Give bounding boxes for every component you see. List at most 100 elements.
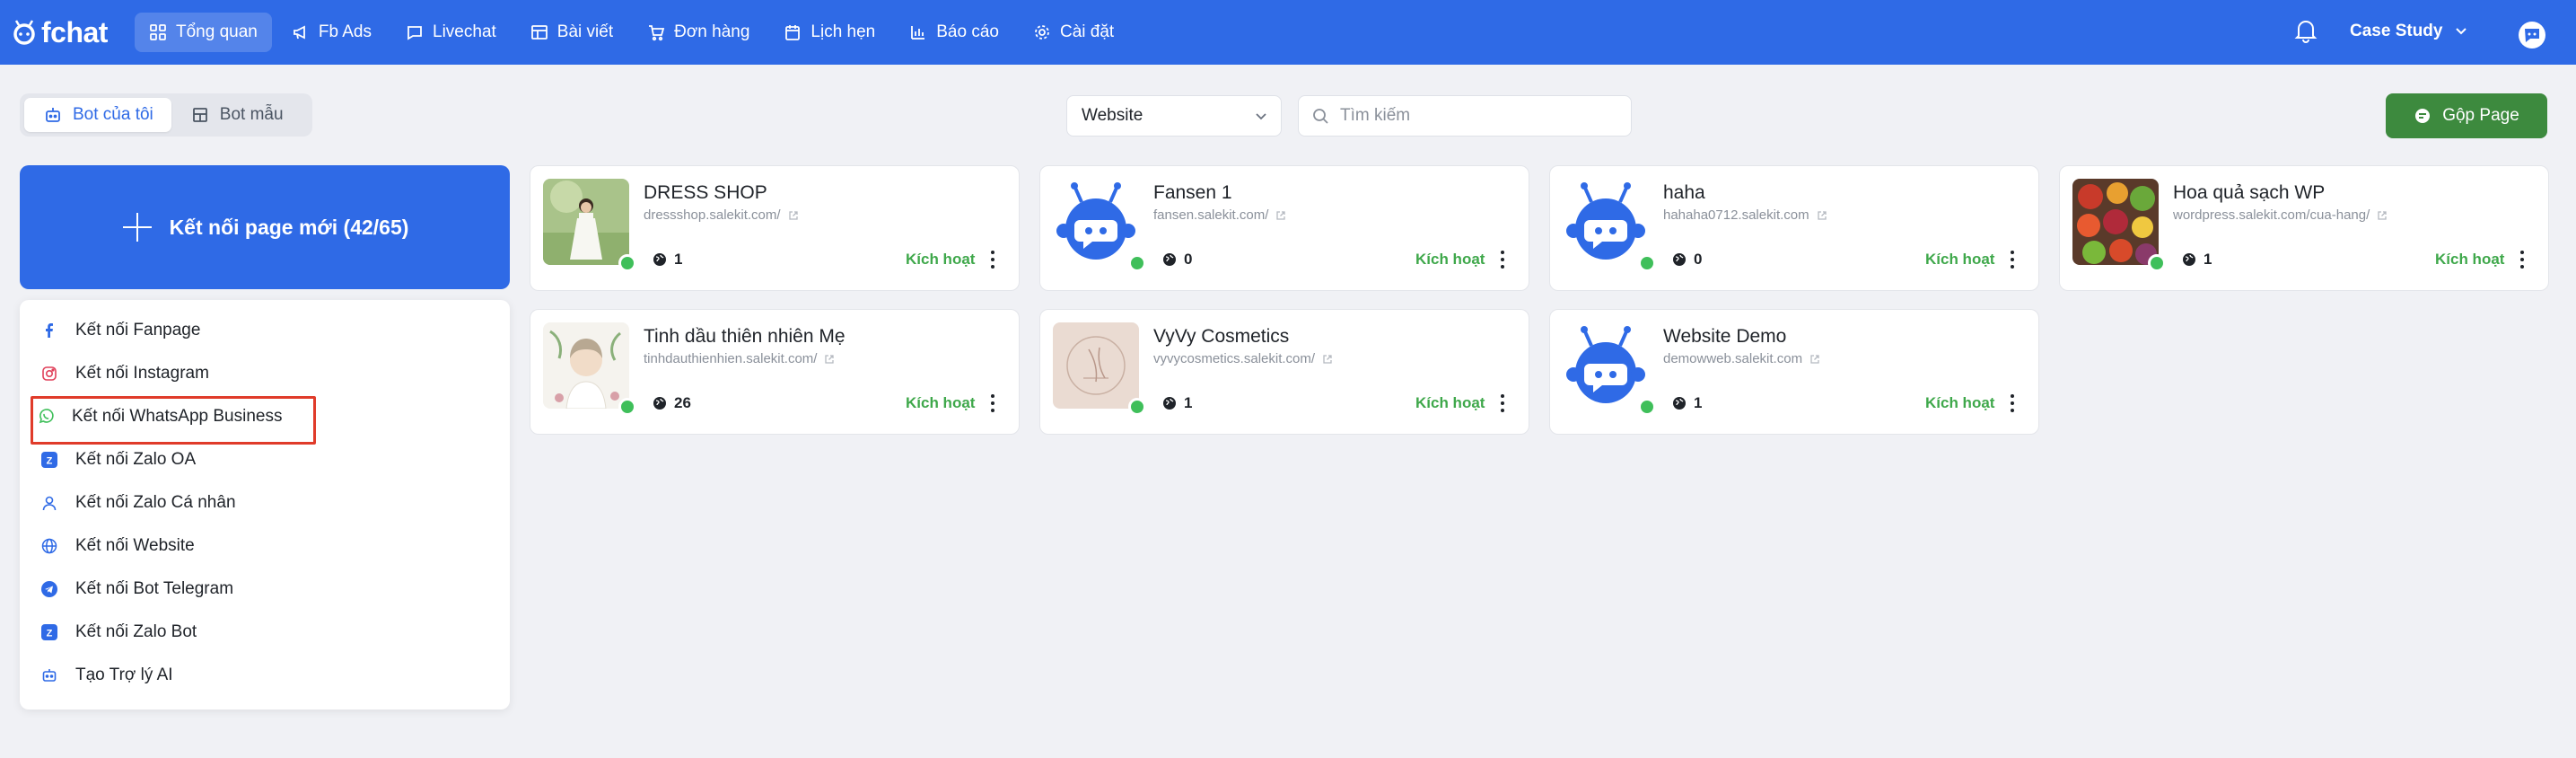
- page-url-link[interactable]: vyvycosmetics.salekit.com/: [1153, 351, 1333, 366]
- page-count-badge: 1: [2182, 251, 2212, 269]
- nav-item-bai-viet[interactable]: Bài viết: [516, 13, 627, 52]
- page-card-hoa-qua-sach-wp[interactable]: Hoa quả sạch WP wordpress.salekit.com/cu…: [2059, 165, 2549, 291]
- main-menu: Tổng quan Fb Ads Livechat Bài viết Đơn h…: [135, 13, 1134, 52]
- page-url-link[interactable]: demowweb.salekit.com: [1663, 351, 1820, 366]
- merge-page-button[interactable]: Gộp Page: [2386, 93, 2547, 138]
- more-options-icon[interactable]: [2006, 249, 2019, 270]
- robot-icon: [1563, 179, 1649, 265]
- globe-icon: [39, 536, 59, 556]
- nav-item-bao-cao[interactable]: Báo cáo: [895, 13, 1013, 52]
- menu-item-label: Kết nối Bot Telegram: [75, 579, 234, 598]
- channel-filter-select[interactable]: Website: [1066, 95, 1282, 137]
- globe-icon: [653, 253, 666, 266]
- page-name: Website Demo: [1663, 326, 1787, 347]
- page-status: Kích hoạt: [1415, 251, 1485, 268]
- globe-icon: [1673, 253, 1686, 266]
- count-value: 0: [1184, 251, 1193, 268]
- menu-item-website[interactable]: Kết nối Website: [20, 524, 510, 568]
- tab-label: Bot mẫu: [219, 105, 284, 124]
- menu-item-whatsapp-business[interactable]: Kết nối WhatsApp Business: [20, 395, 510, 445]
- more-options-icon[interactable]: [2516, 249, 2528, 270]
- menu-item-telegram[interactable]: Kết nối Bot Telegram: [20, 568, 510, 611]
- page-url-link[interactable]: tinhdauthienhien.salekit.com/: [644, 351, 835, 366]
- page-thumbnail: [1563, 179, 1649, 265]
- menu-item-label: Kết nối Fanpage: [75, 321, 201, 339]
- menu-item-label: Kết nối Website: [75, 536, 195, 555]
- avatar[interactable]: [2519, 22, 2545, 48]
- menu-item-zalo-personal[interactable]: Kết nối Zalo Cá nhân: [20, 481, 510, 524]
- menu-item-instagram[interactable]: Kết nối Instagram: [20, 352, 510, 395]
- menu-item-zalo-oa[interactable]: Z Kết nối Zalo OA: [20, 438, 510, 481]
- page-url-link[interactable]: dressshop.salekit.com/: [644, 207, 799, 223]
- tab-label: Bot của tôi: [73, 105, 153, 124]
- dashboard-icon: [150, 24, 166, 40]
- notification-bell[interactable]: [2294, 18, 2318, 48]
- gear-icon: [1035, 25, 1049, 40]
- external-link-icon: [2378, 210, 2387, 220]
- nav-item-lich-hen[interactable]: Lịch hẹn: [769, 13, 889, 52]
- bar-chart-icon: [911, 26, 925, 40]
- page-card-vyvy-cosmetics[interactable]: VyVy Cosmetics vyvycosmetics.salekit.com…: [1039, 309, 1529, 435]
- nav-item-livechat[interactable]: Livechat: [391, 13, 511, 52]
- chat-icon: [407, 26, 422, 40]
- count-value: 1: [674, 251, 683, 268]
- page-card-haha[interactable]: haha hahaha0712.salekit.com 0 Kích hoạt: [1549, 165, 2039, 291]
- more-options-icon[interactable]: [2006, 392, 2019, 414]
- menu-item-zalo-bot[interactable]: Z Kết nối Zalo Bot: [20, 611, 510, 654]
- more-options-icon[interactable]: [986, 249, 999, 270]
- page-card-website-demo[interactable]: Website Demo demowweb.salekit.com 1 Kích…: [1549, 309, 2039, 435]
- menu-item-label: Tạo Trợ lý AI: [75, 665, 173, 684]
- tab-template-bots[interactable]: Bot mẫu: [171, 98, 302, 132]
- page-url-link[interactable]: fansen.salekit.com/: [1153, 207, 1286, 223]
- connect-new-page-button[interactable]: Kết nối page mới (42/65): [20, 165, 510, 289]
- page-name: VyVy Cosmetics: [1153, 326, 1290, 347]
- page-thumbnail: [1563, 322, 1649, 409]
- zalo-icon: Z: [39, 450, 59, 470]
- page-name: haha: [1663, 182, 1705, 203]
- page-url-link[interactable]: wordpress.salekit.com/cua-hang/: [2173, 207, 2388, 223]
- menu-item-ai-assistant[interactable]: Tạo Trợ lý AI: [20, 654, 510, 697]
- count-value: 0: [1694, 251, 1703, 268]
- connect-menu: Kết nối Fanpage Kết nối Instagram Kết nố…: [20, 300, 510, 710]
- merge-label: Gộp Page: [2442, 106, 2519, 125]
- more-options-icon[interactable]: [986, 392, 999, 414]
- more-options-icon[interactable]: [1496, 249, 1509, 270]
- external-link-icon: [1276, 210, 1286, 220]
- page-name: Hoa quả sạch WP: [2173, 182, 2326, 203]
- globe-icon: [2183, 253, 2195, 266]
- online-status-dot: [618, 398, 636, 416]
- page-status: Kích hoạt: [1925, 251, 1995, 268]
- nav-item-tong-quan[interactable]: Tổng quan: [135, 13, 272, 52]
- account-switcher[interactable]: Case Study: [2350, 18, 2467, 45]
- fchat-logo[interactable]: fchat: [11, 14, 108, 50]
- page-card-fansen-1[interactable]: Fansen 1 fansen.salekit.com/ 0 Kích hoạt: [1039, 165, 1529, 291]
- nav-item-cai-dat[interactable]: Cài đặt: [1019, 13, 1128, 52]
- more-options-icon[interactable]: [1496, 392, 1509, 414]
- nav-item-fb-ads[interactable]: Fb Ads: [277, 13, 386, 52]
- instagram-icon: [39, 364, 59, 383]
- page-card-tinh-dau[interactable]: Tinh dầu thiên nhiên Mẹ tinhdauthienhien…: [530, 309, 1020, 435]
- external-link-icon: [788, 210, 798, 220]
- chevron-down-icon: [1256, 113, 1266, 120]
- online-status-dot: [1128, 254, 1146, 272]
- tab-my-bots[interactable]: Bot của tôi: [24, 98, 171, 132]
- whatsapp-icon: [36, 407, 56, 427]
- page-url: tinhdauthienhien.salekit.com/: [644, 351, 818, 366]
- page-url-link[interactable]: hahaha0712.salekit.com: [1663, 207, 1827, 223]
- robot-icon: [1053, 179, 1139, 265]
- page-url: vyvycosmetics.salekit.com/: [1153, 351, 1316, 366]
- search-box: [1298, 95, 1632, 137]
- page-card-dress-shop[interactable]: DRESS SHOP dressshop.salekit.com/ 1 Kích…: [530, 165, 1020, 291]
- chat-bubble-icon: [2525, 29, 2539, 42]
- search-input[interactable]: [1340, 106, 1609, 126]
- menu-item-label: Kết nối Instagram: [75, 364, 209, 383]
- menu-item-label: Kết nối Zalo OA: [75, 450, 197, 469]
- nav-item-don-hang[interactable]: Đơn hàng: [633, 13, 764, 52]
- page-thumbnail: [1053, 179, 1139, 265]
- page-thumbnail: [543, 179, 629, 265]
- nav-item-label: Báo cáo: [936, 22, 999, 41]
- nav-item-label: Đơn hàng: [674, 22, 750, 41]
- user-icon: [39, 493, 59, 513]
- menu-item-fanpage[interactable]: Kết nối Fanpage: [20, 309, 510, 352]
- facebook-icon: [39, 321, 59, 340]
